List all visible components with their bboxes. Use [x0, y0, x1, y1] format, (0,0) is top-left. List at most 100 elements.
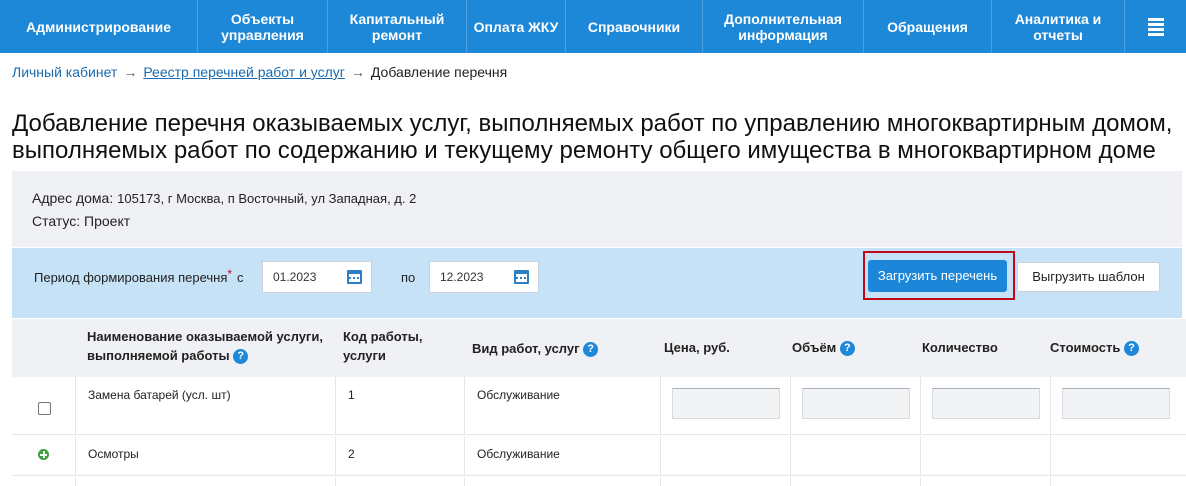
address-value: 105173, г Москва, п Восточный, ул Западн…: [117, 191, 417, 206]
nav-label: Обращения: [887, 18, 968, 35]
table-cell: [12, 377, 76, 434]
calendar-icon[interactable]: [514, 270, 529, 284]
column-header-cost: Стоимость ?: [1050, 338, 1139, 357]
price-input[interactable]: [672, 388, 780, 419]
nav-administration[interactable]: Администрирование: [0, 0, 198, 53]
period-to-value: 12.2023: [440, 270, 484, 284]
nav-appeals[interactable]: Обращения: [864, 0, 992, 53]
nav-label: Объекты управления: [221, 10, 304, 43]
column-header-volume: Объём ?: [792, 338, 855, 357]
column-header-type: Вид работ, услуг ?: [472, 339, 599, 358]
period-from-input[interactable]: 01.2023: [262, 261, 372, 293]
period-label: Период формирования перечня*: [34, 267, 233, 285]
table-header: Наименование оказываемой услуги, выполня…: [12, 319, 1186, 377]
nav-additional-info[interactable]: Дополнительная информация: [703, 0, 864, 53]
status-line: Статус: Проект: [32, 213, 130, 229]
calendar-icon[interactable]: [347, 270, 362, 284]
row-code: 1: [348, 388, 355, 402]
period-to-label: по: [401, 270, 416, 285]
nav-label: Аналитика и отчеты: [1014, 10, 1102, 43]
cost-input[interactable]: [1062, 388, 1170, 419]
row-name: Осмотры: [88, 447, 139, 461]
breadcrumb-separator: →: [123, 64, 138, 80]
address-label: Адрес дома:: [32, 190, 114, 206]
row-checkbox[interactable]: [38, 402, 51, 415]
row-type: Обслуживание: [477, 447, 560, 461]
breadcrumb-registry-link[interactable]: Реестр перечней работ и услуг: [143, 64, 345, 80]
column-header-text: Количество: [922, 340, 998, 355]
table-cell: Замена батарей (усл. шт): [76, 377, 336, 434]
nav-management-objects[interactable]: Объекты управления: [198, 0, 328, 53]
expand-add-icon[interactable]: [38, 449, 49, 460]
table-cell: [661, 436, 791, 475]
row-type: Обслуживание: [477, 388, 560, 402]
page-title-line: Добавление перечня оказываемых услуг, вы…: [12, 110, 1173, 137]
breadcrumb-current: Добавление перечня: [370, 64, 508, 80]
table-cell: [791, 436, 921, 475]
table-cell: [791, 377, 921, 434]
nav-more-menu[interactable]: [1125, 0, 1186, 53]
required-mark: *: [227, 267, 233, 281]
table-cell: Обслуживание: [465, 377, 661, 434]
hamburger-menu-icon: [1147, 17, 1164, 36]
table-cell: [336, 477, 465, 486]
page-title-line: выполняемых работ по содержанию и текуще…: [12, 137, 1156, 164]
column-header-text: Объём: [792, 340, 837, 355]
table-cell: [661, 377, 791, 434]
nav-capital-repair[interactable]: Капитальный ремонт: [328, 0, 467, 53]
row-code: 2: [348, 447, 355, 461]
nav-label: Оплата ЖКУ: [473, 18, 559, 35]
table-cell: [76, 477, 336, 486]
help-icon[interactable]: ?: [839, 341, 855, 357]
column-header-text: Стоимость: [1050, 340, 1121, 355]
help-icon[interactable]: ?: [583, 342, 599, 358]
nav-label: Капитальный ремонт: [349, 10, 445, 43]
breadcrumb-separator: →: [350, 64, 365, 80]
nav-analytics-reports[interactable]: Аналитика и отчеты: [992, 0, 1125, 53]
nav-label: Администрирование: [26, 18, 171, 35]
column-header-text: Код работы,: [343, 329, 423, 344]
table-cell: [465, 477, 661, 486]
quantity-input[interactable]: [932, 388, 1040, 419]
status-value: Проект: [84, 213, 131, 229]
load-list-button[interactable]: Загрузить перечень: [868, 260, 1007, 292]
period-label-text: Период формирования перечня: [34, 270, 228, 285]
table-row: Осмотры 2 Обслуживание: [12, 436, 1186, 476]
help-icon[interactable]: ?: [233, 349, 249, 365]
breadcrumb-home[interactable]: Личный кабинет: [12, 64, 117, 80]
table-cell: 1: [336, 377, 465, 434]
top-navigation: Администрирование Объекты управления Кап…: [0, 0, 1186, 53]
period-from-value: 01.2023: [273, 270, 317, 284]
column-header-name: Наименование оказываемой услуги, выполня…: [87, 327, 323, 365]
house-info-panel: Адрес дома: 105173, г Москва, п Восточны…: [12, 171, 1182, 247]
volume-input[interactable]: [802, 388, 910, 419]
period-from-label: с: [237, 270, 244, 285]
column-header-text: выполняемой работы: [87, 348, 230, 363]
column-header-text: услуги: [343, 348, 386, 363]
table-cell: [921, 477, 1051, 486]
column-header-code: Код работы, услуги: [343, 327, 422, 365]
help-icon[interactable]: ?: [1123, 341, 1139, 357]
table-cell: 2: [336, 436, 465, 475]
row-name: Замена батарей (усл. шт): [88, 388, 231, 402]
table-cell: [12, 477, 76, 486]
breadcrumb: Личный кабинет → Реестр перечней работ и…: [12, 64, 507, 80]
column-header-price: Цена, руб.: [664, 338, 730, 357]
table-cell: [12, 436, 76, 475]
column-header-text: Вид работ, услуг: [472, 341, 580, 356]
period-panel: Период формирования перечня* с 01.2023 п…: [12, 248, 1182, 318]
nav-directories[interactable]: Справочники: [566, 0, 703, 53]
table-cell: Осмотры: [76, 436, 336, 475]
export-template-button[interactable]: Выгрузить шаблон: [1017, 262, 1160, 292]
page-title: Добавление перечня оказываемых услуг, вы…: [12, 110, 1182, 164]
period-to-input[interactable]: 12.2023: [429, 261, 539, 293]
table-cell: [1051, 436, 1186, 475]
nav-housing-payment[interactable]: Оплата ЖКУ: [467, 0, 566, 53]
table-cell: [921, 436, 1051, 475]
table-cell: [791, 477, 921, 486]
table-cell: [661, 477, 791, 486]
table-cell: [1051, 377, 1186, 434]
table-row: [12, 477, 1186, 486]
table-cell: [921, 377, 1051, 434]
nav-label: Дополнительная информация: [724, 10, 842, 43]
